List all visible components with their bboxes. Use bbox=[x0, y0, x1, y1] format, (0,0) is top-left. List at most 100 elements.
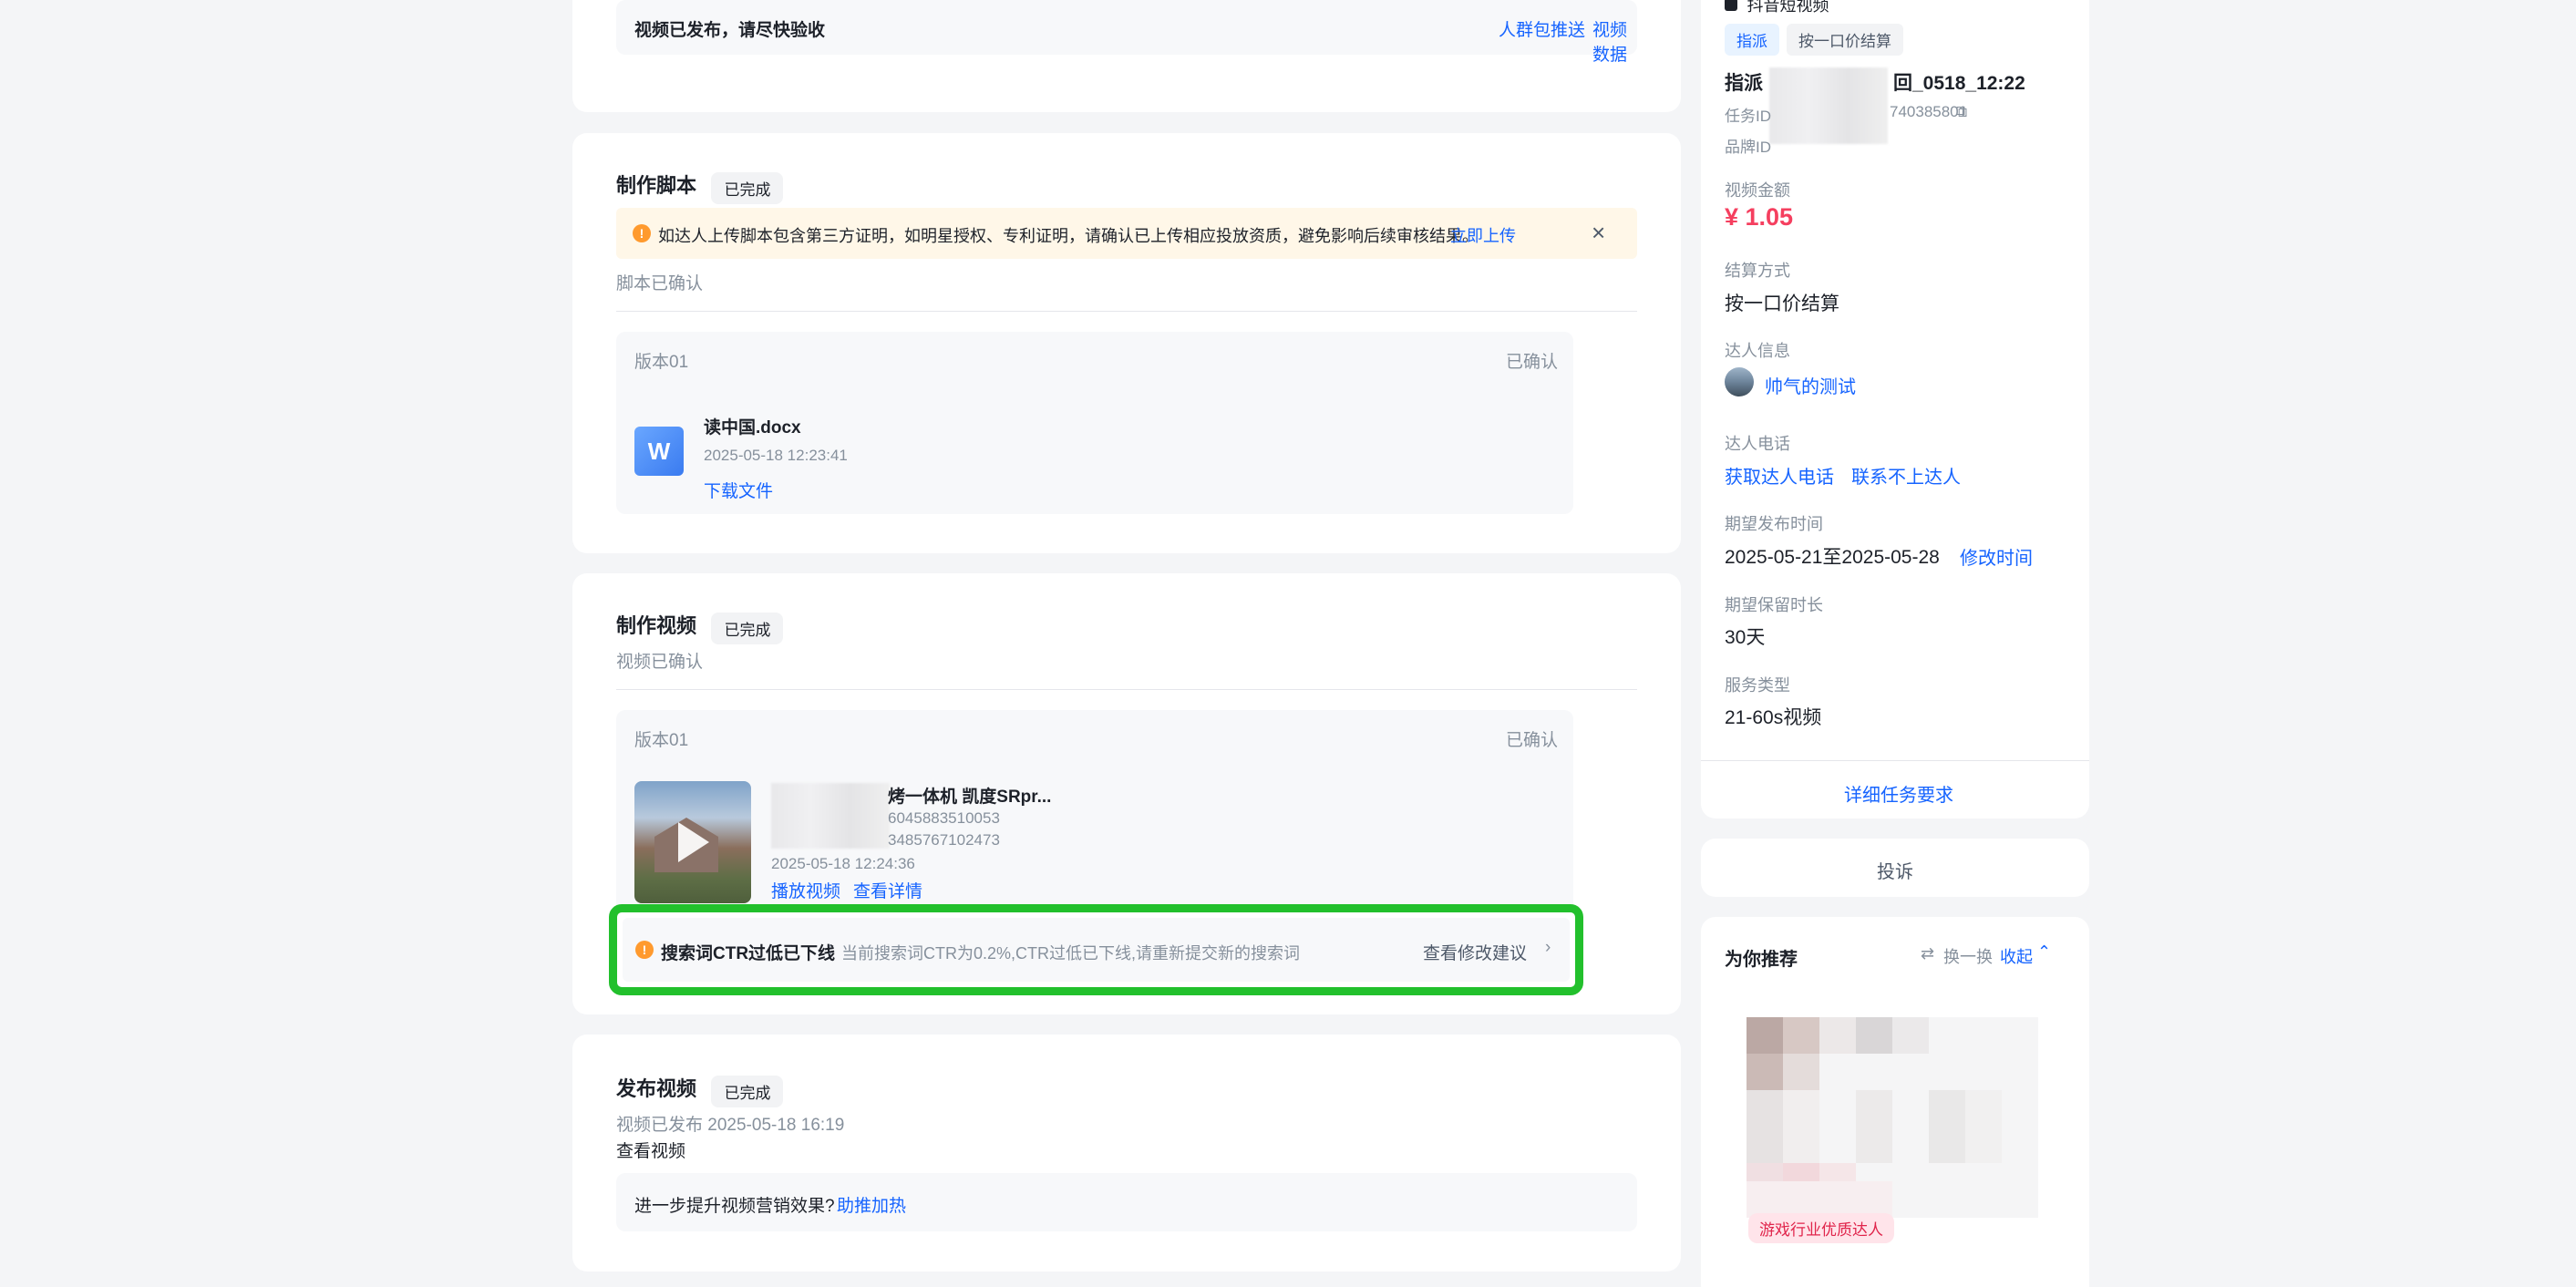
mosaic-block bbox=[1965, 1090, 2002, 1163]
mosaic-block bbox=[1747, 1163, 1783, 1181]
task-id-label: 任务ID bbox=[1725, 108, 1771, 125]
service-label: 服务类型 bbox=[1725, 676, 1790, 695]
task-info-card: 抖音短视频 指派 按一口价结算 指派 回_0518_12:22 任务ID 740… bbox=[1701, 0, 2089, 819]
swap-link[interactable]: 换一换 bbox=[1943, 944, 1993, 968]
download-file-link[interactable]: 下载文件 bbox=[704, 478, 773, 502]
task-name-suffix: 回_0518_12:22 bbox=[1893, 73, 2025, 94]
view-video-link[interactable]: 查看视频 bbox=[616, 1138, 685, 1162]
mosaic-block bbox=[1783, 1017, 1819, 1054]
play-video-link[interactable]: 播放视频 bbox=[771, 878, 840, 902]
warning-circle-icon: ! bbox=[633, 224, 651, 242]
ctr-warning-highlight: ! 搜索词CTR过低已下线 : 当前搜索词CTR为0.2%,CTR过低已下线,请… bbox=[609, 904, 1583, 995]
close-icon[interactable]: × bbox=[1592, 219, 1605, 247]
mosaic-block bbox=[1819, 1017, 1856, 1054]
mosaic-block bbox=[1783, 1090, 1819, 1163]
crowd-push-link[interactable]: 人群包推送 bbox=[1499, 16, 1585, 41]
file-time: 2025-05-18 12:23:41 bbox=[704, 447, 848, 464]
douyin-icon bbox=[1725, 0, 1737, 11]
ctr-warning-bar: ! 搜索词CTR过低已下线 : 当前搜索词CTR为0.2%,CTR过低已下线,请… bbox=[623, 918, 1570, 982]
script-divider bbox=[616, 311, 1637, 312]
script-version-status: 已确认 bbox=[1506, 353, 1559, 372]
creator-name-link[interactable]: 帅气的测试 bbox=[1765, 372, 1856, 398]
unreachable-link[interactable]: 联系不上达人 bbox=[1851, 462, 1961, 489]
swap-icon[interactable]: ⇄ bbox=[1921, 944, 1934, 963]
mosaic-block bbox=[1892, 1017, 1929, 1054]
service-value: 21-60s视频 bbox=[1725, 707, 1822, 728]
script-alert-text: 如达人上传脚本包含第三方证明，如明星授权、专利证明，请确认已上传相应投放资质，避… bbox=[658, 227, 1479, 245]
upload-now-link[interactable]: 立即上传 bbox=[1450, 223, 1516, 247]
platform-row: 抖音短视频 bbox=[1725, 0, 1829, 16]
avatar bbox=[1725, 367, 1754, 396]
video-section-title: 制作视频 bbox=[616, 614, 697, 637]
script-status-badge: 已完成 bbox=[711, 172, 784, 205]
video-divider bbox=[616, 689, 1637, 690]
ctr-warning-colon: : bbox=[828, 940, 833, 959]
expect-publish-value: 2025-05-21至2025-05-28 bbox=[1725, 547, 1940, 568]
video-title-blur bbox=[771, 783, 890, 849]
get-phone-link[interactable]: 获取达人电话 bbox=[1725, 462, 1834, 489]
script-version-label: 版本01 bbox=[634, 353, 689, 372]
publish-notice-text: 视频已发布，请尽快验收 bbox=[634, 21, 826, 40]
video-confirmed-status: 视频已确认 bbox=[616, 653, 704, 672]
recommend-title: 为你推荐 bbox=[1725, 950, 1798, 970]
detail-requirement-link[interactable]: 详细任务要求 bbox=[1844, 780, 1953, 807]
mosaic-block bbox=[1856, 1090, 1892, 1163]
script-header: 制作脚本 已完成 bbox=[616, 170, 784, 205]
complaint-button[interactable]: 投诉 bbox=[1877, 857, 1913, 883]
promo-box: 进一步提升视频营销效果? 助推加热 bbox=[616, 1173, 1637, 1231]
amount-value: ¥ 1.05 bbox=[1725, 203, 1794, 231]
settle-value: 按一口价结算 bbox=[1725, 293, 1839, 314]
file-name: 读中国.docx bbox=[704, 418, 801, 438]
collapse-link[interactable]: 收起 bbox=[2000, 944, 2033, 968]
view-suggestion-link[interactable]: 查看修改建议 bbox=[1423, 940, 1527, 964]
modify-time-link[interactable]: 修改时间 bbox=[1960, 543, 2033, 570]
mosaic-block bbox=[1819, 1163, 1856, 1181]
task-info-blur bbox=[1769, 67, 1888, 144]
phone-label: 达人电话 bbox=[1725, 435, 1790, 453]
chevron-right-icon[interactable]: › bbox=[1545, 938, 1551, 958]
promo-question: 进一步提升视频营销效果? bbox=[634, 1197, 835, 1216]
script-version-box: 版本01 已确认 W 读中国.docx 2025-05-18 12:23:41 … bbox=[616, 332, 1573, 514]
recommend-card: 为你推荐 ⇄ 换一换 收起 ⌃ 游戏行业优质达人 bbox=[1701, 917, 2089, 1287]
mosaic-block bbox=[1929, 1090, 1965, 1163]
amount-label: 视频金额 bbox=[1725, 181, 1790, 200]
video-version-label: 版本01 bbox=[634, 731, 689, 750]
publish-notice-card: 视频已发布，请尽快验收 人群包推送 视频数据 bbox=[572, 0, 1681, 112]
settle-tag: 按一口价结算 bbox=[1787, 24, 1903, 56]
mosaic-block bbox=[1747, 1054, 1783, 1090]
platform-name: 抖音短视频 bbox=[1747, 0, 1829, 15]
publish-header: 发布视频 已完成 bbox=[616, 1073, 784, 1108]
published-time: 视频已发布 2025-05-18 16:19 bbox=[616, 1116, 845, 1135]
mosaic-block bbox=[1783, 1163, 1819, 1181]
brand-id-label: 品牌ID bbox=[1725, 139, 1771, 156]
script-confirmed-status: 脚本已确认 bbox=[616, 274, 704, 293]
video-card: 制作视频 已完成 视频已确认 版本01 已确认 烤一体机 凯度SRpr... 6… bbox=[572, 573, 1681, 1014]
mosaic-block bbox=[1856, 1017, 1892, 1054]
settle-label: 结算方式 bbox=[1725, 262, 1790, 280]
mosaic-block bbox=[1747, 1017, 1783, 1054]
video-data-link[interactable]: 视频数据 bbox=[1592, 16, 1637, 66]
creator-quality-tag: 游戏行业优质达人 bbox=[1748, 1213, 1894, 1243]
video-id-1: 6045883510053 bbox=[888, 809, 1000, 827]
video-time: 2025-05-18 12:24:36 bbox=[771, 855, 915, 872]
video-status-badge: 已完成 bbox=[711, 613, 784, 645]
expect-publish-label: 期望发布时间 bbox=[1725, 515, 1823, 533]
ctr-warning-text: 当前搜索词CTR为0.2%,CTR过低已下线,请重新提交新的搜索词 bbox=[841, 944, 1301, 963]
boost-heat-link[interactable]: 助推加热 bbox=[837, 1192, 906, 1217]
creator-label: 达人信息 bbox=[1725, 342, 1790, 360]
copy-icon[interactable]: ⧉ bbox=[1956, 103, 1967, 121]
video-thumbnail[interactable] bbox=[634, 781, 751, 903]
chevron-up-icon[interactable]: ⌃ bbox=[2037, 942, 2051, 962]
ctr-warning-title: 搜索词CTR过低已下线 bbox=[661, 944, 836, 963]
publish-status-badge: 已完成 bbox=[711, 1076, 784, 1108]
word-doc-icon: W bbox=[634, 427, 684, 476]
complaint-card[interactable]: 投诉 bbox=[1701, 839, 2089, 897]
video-id-2: 3485767102473 bbox=[888, 831, 1000, 849]
recommend-creator-image[interactable] bbox=[1747, 1017, 2038, 1218]
word-doc-letter: W bbox=[647, 438, 671, 465]
publish-notice-box: 视频已发布，请尽快验收 人群包推送 视频数据 bbox=[616, 0, 1637, 65]
view-detail-link[interactable]: 查看详情 bbox=[853, 878, 922, 902]
publish-card: 发布视频 已完成 视频已发布 2025-05-18 16:19 查看视频 进一步… bbox=[572, 1035, 1681, 1272]
play-icon[interactable] bbox=[678, 822, 709, 862]
retain-value: 30天 bbox=[1725, 627, 1766, 648]
